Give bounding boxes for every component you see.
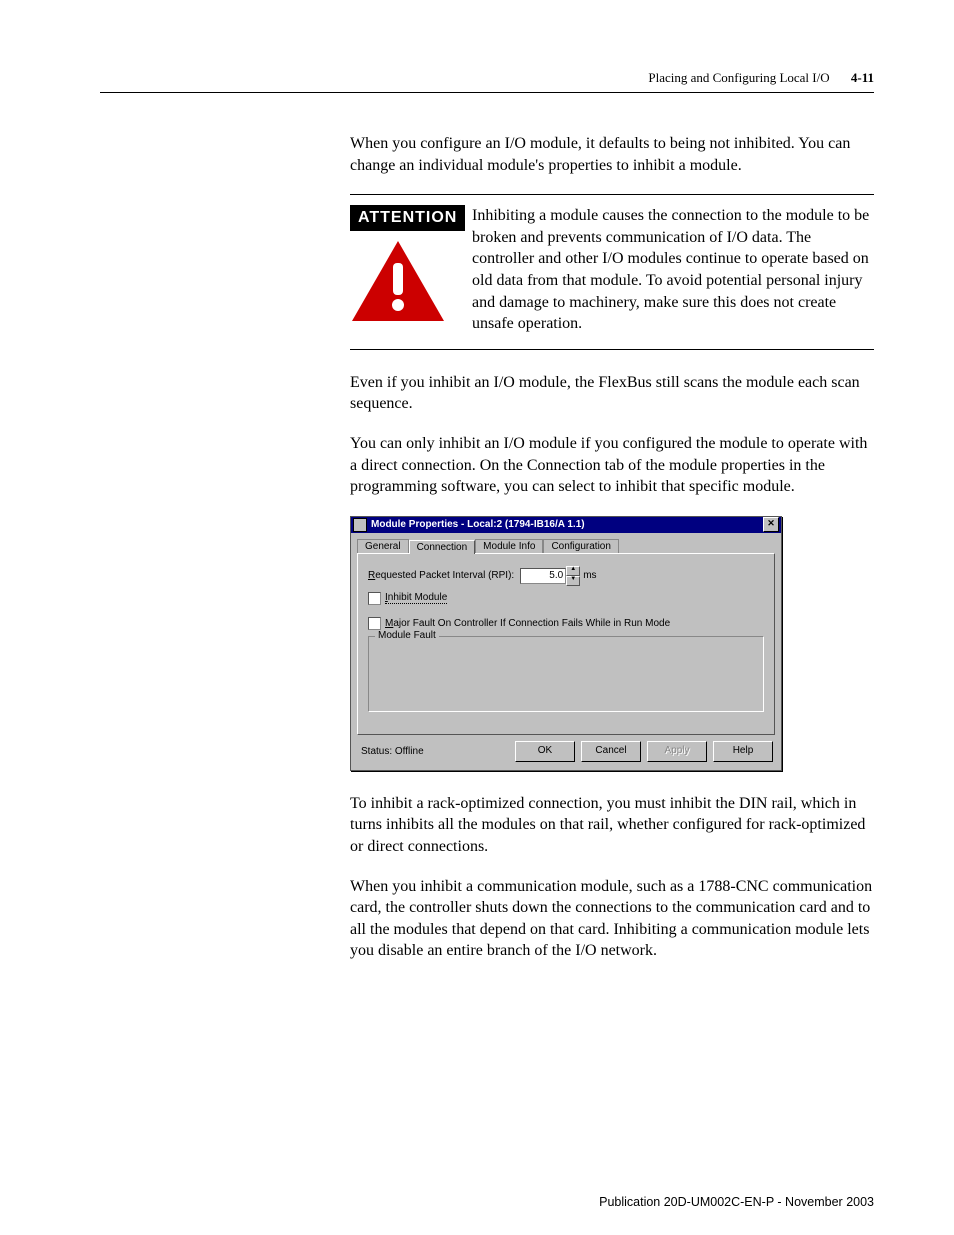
group-legend: Module Fault xyxy=(375,630,439,641)
major-fault-checkbox[interactable] xyxy=(368,617,381,630)
inhibit-row: Inhibit Module xyxy=(368,592,764,605)
module-properties-dialog: Module Properties - Local:2 (1794-IB16/A… xyxy=(350,516,782,771)
attention-text: Inhibiting a module causes the connectio… xyxy=(462,205,874,335)
page-header: Placing and Configuring Local I/O 4-11 xyxy=(100,70,874,86)
ok-button[interactable]: OK xyxy=(515,741,575,762)
inhibit-checkbox[interactable] xyxy=(368,592,381,605)
rpi-spinner[interactable]: ▲ ▼ xyxy=(566,566,580,586)
tab-connection[interactable]: Connection xyxy=(409,540,476,554)
body-paragraph: To inhibit a rack-optimized connection, … xyxy=(350,793,874,858)
status-text: Status: Offline xyxy=(361,746,509,757)
tab-strip: General Connection Module Info Configura… xyxy=(357,539,775,553)
help-button[interactable]: Help xyxy=(713,741,773,762)
section-title: Placing and Configuring Local I/O xyxy=(648,70,829,85)
warning-triangle-icon xyxy=(350,239,462,323)
tab-general[interactable]: General xyxy=(357,539,409,553)
rpi-input[interactable] xyxy=(520,568,566,584)
body-paragraph: Even if you inhibit an I/O module, the F… xyxy=(350,372,874,415)
publication-footer: Publication 20D-UM002C-EN-P - November 2… xyxy=(599,1195,874,1209)
rpi-unit: ms xyxy=(583,570,596,581)
tab-configuration[interactable]: Configuration xyxy=(543,539,618,553)
attention-block: ATTENTION Inhibiting a module causes the… xyxy=(350,194,874,350)
connection-panel: Requested Packet Interval (RPI): ▲ ▼ ms … xyxy=(357,553,775,735)
header-rule xyxy=(100,92,874,93)
rpi-row: Requested Packet Interval (RPI): ▲ ▼ ms xyxy=(368,566,764,586)
apply-button[interactable]: Apply xyxy=(647,741,707,762)
body-paragraph: When you configure an I/O module, it def… xyxy=(350,133,874,176)
spin-up-icon[interactable]: ▲ xyxy=(566,566,580,576)
module-fault-group: Module Fault xyxy=(368,636,764,712)
cancel-button[interactable]: Cancel xyxy=(581,741,641,762)
system-menu-icon[interactable] xyxy=(353,518,367,532)
close-icon[interactable]: ✕ xyxy=(763,517,779,532)
major-fault-row: Major Fault On Controller If Connection … xyxy=(368,617,764,630)
dialog-title-bar[interactable]: Module Properties - Local:2 (1794-IB16/A… xyxy=(351,517,781,533)
attention-label: ATTENTION xyxy=(350,205,465,231)
spin-down-icon[interactable]: ▼ xyxy=(566,576,580,586)
tab-module-info[interactable]: Module Info xyxy=(475,539,543,553)
body-paragraph: You can only inhibit an I/O module if yo… xyxy=(350,433,874,498)
body-paragraph: When you inhibit a communication module,… xyxy=(350,876,874,962)
page-number: 4-11 xyxy=(851,70,874,85)
dialog-title: Module Properties - Local:2 (1794-IB16/A… xyxy=(371,519,763,530)
